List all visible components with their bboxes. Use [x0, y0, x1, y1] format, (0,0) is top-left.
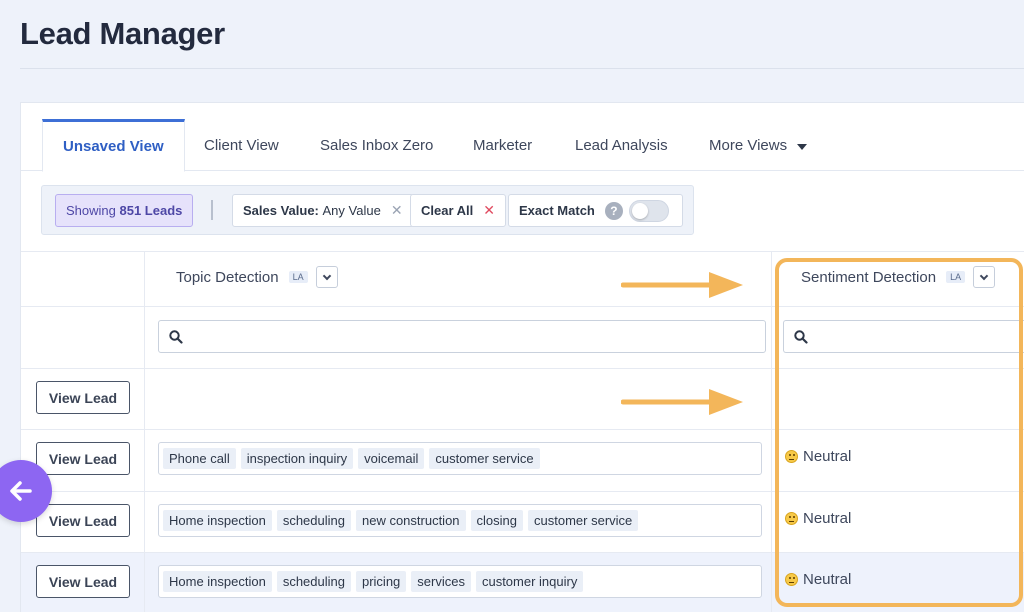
- tab-marketer[interactable]: Marketer: [473, 119, 532, 171]
- clear-all-button[interactable]: Clear All ✕: [410, 194, 506, 227]
- title-divider: [20, 68, 1024, 69]
- search-icon: [794, 330, 808, 344]
- grid-line: [21, 368, 1024, 369]
- sentiment-search-input[interactable]: [783, 320, 1024, 353]
- neutral-face-icon: [785, 450, 798, 463]
- topic-tag: Home inspection: [163, 510, 272, 531]
- grid-line: [21, 429, 1024, 430]
- sentiment-column-menu-button[interactable]: [973, 266, 996, 288]
- sentiment-value: Neutral: [785, 448, 851, 465]
- showing-count-chip: Showing 851 Leads: [55, 194, 194, 227]
- view-lead-button[interactable]: View Lead: [36, 381, 130, 414]
- topic-tag: customer service: [528, 510, 639, 531]
- view-lead-button[interactable]: View Lead: [36, 442, 130, 475]
- sentiment-value: Neutral: [785, 510, 851, 527]
- topic-tags: Home inspection scheduling pricing servi…: [158, 565, 762, 598]
- grid-line: [21, 491, 1024, 492]
- topic-column-menu-button[interactable]: [315, 266, 338, 288]
- neutral-face-icon: [785, 512, 798, 525]
- grid-line: [771, 251, 772, 612]
- tab-sales-inbox-zero[interactable]: Sales Inbox Zero: [320, 119, 433, 171]
- tab-client-view[interactable]: Client View: [204, 119, 279, 171]
- filter-separator: [211, 200, 213, 220]
- chevron-down-icon: [979, 271, 989, 280]
- sentiment-detection-header: Sentiment Detection LA: [801, 266, 996, 288]
- view-lead-button[interactable]: View Lead: [36, 504, 130, 537]
- close-icon[interactable]: ✕: [391, 202, 403, 219]
- leads-card: Unsaved View Client View Sales Inbox Zer…: [20, 102, 1024, 612]
- tab-lead-analysis[interactable]: Lead Analysis: [575, 119, 668, 171]
- grid-line: [21, 251, 1024, 252]
- sales-value-filter-chip[interactable]: Sales Value: Any Value ✕: [232, 194, 414, 227]
- tab-more-views[interactable]: More Views: [709, 119, 808, 171]
- exact-match-toggle[interactable]: [628, 199, 669, 222]
- topic-tags: Home inspection scheduling new construct…: [158, 504, 762, 537]
- filter-bar: Showing 851 Leads Sales Value: Any Value…: [41, 185, 694, 235]
- close-icon: ✕: [483, 202, 495, 218]
- topic-tag: customer inquiry: [475, 571, 584, 592]
- topic-tag: scheduling: [276, 510, 351, 531]
- topic-tags: Phone call inspection inquiry voicemail …: [158, 442, 762, 475]
- topic-tag: closing: [470, 510, 524, 531]
- exact-match-control: Exact Match ?: [508, 194, 683, 227]
- topic-tag: new construction: [355, 510, 466, 531]
- topic-tag: voicemail: [358, 448, 425, 469]
- topic-tag: customer service: [429, 448, 540, 469]
- arrow-right-icon: [621, 389, 743, 415]
- topic-detection-header: Topic Detection LA: [176, 266, 338, 288]
- view-lead-button[interactable]: View Lead: [36, 565, 130, 598]
- la-badge: LA: [946, 271, 966, 283]
- topic-tag: services: [411, 571, 471, 592]
- sentiment-value: Neutral: [785, 571, 851, 588]
- view-tabs: Unsaved View Client View Sales Inbox Zer…: [21, 103, 1024, 172]
- topic-tag: Home inspection: [163, 571, 272, 592]
- la-badge: LA: [288, 271, 308, 283]
- arrow-left-icon: [10, 481, 32, 501]
- topic-tag: scheduling: [276, 571, 351, 592]
- grid-line: [21, 306, 1024, 307]
- topic-search-input[interactable]: [158, 320, 766, 353]
- help-icon[interactable]: ?: [604, 201, 623, 220]
- arrow-right-icon: [621, 272, 743, 298]
- tab-unsaved-view[interactable]: Unsaved View: [42, 119, 185, 172]
- topic-tag: pricing: [355, 571, 407, 592]
- grid-line: [21, 552, 1024, 553]
- topic-tag: inspection inquiry: [240, 448, 354, 469]
- chevron-down-icon: [322, 271, 331, 280]
- grid-line: [144, 251, 145, 612]
- caret-down-icon: [797, 143, 808, 150]
- neutral-face-icon: [785, 573, 798, 586]
- topic-tag: Phone call: [163, 448, 236, 469]
- page-title: Lead Manager: [20, 16, 225, 51]
- search-icon: [169, 330, 183, 344]
